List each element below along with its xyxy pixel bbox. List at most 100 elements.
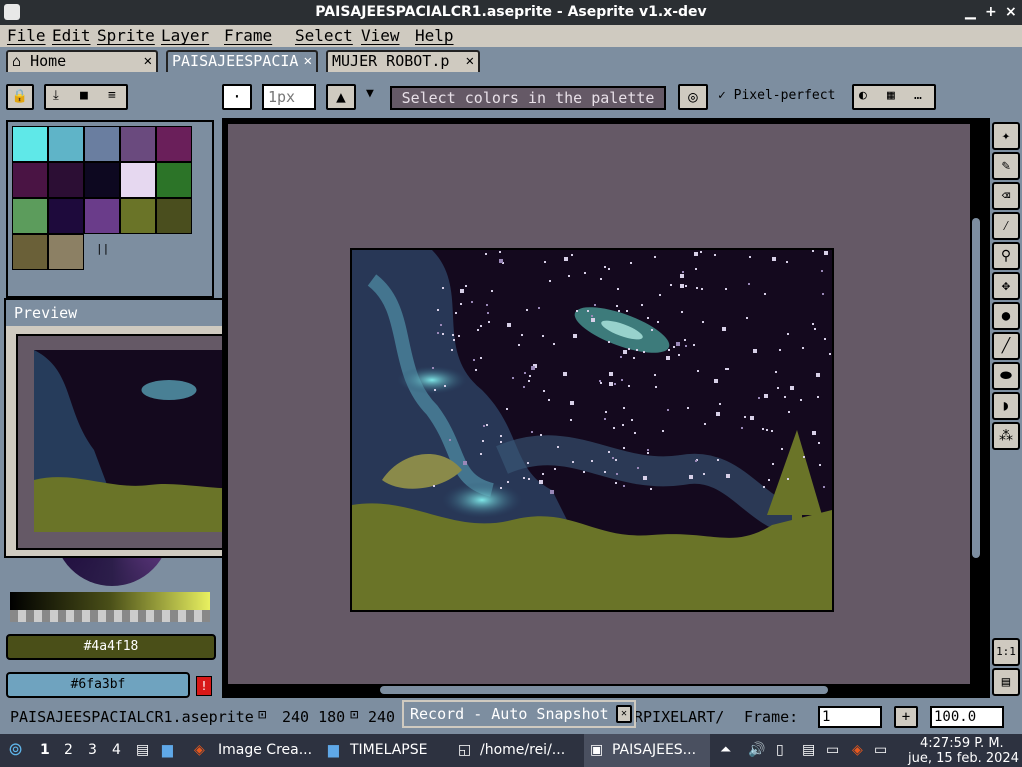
brave-tray-icon[interactable]: ◈ bbox=[852, 742, 863, 758]
menu-help[interactable]: Help bbox=[415, 26, 454, 45]
ellipse-icon[interactable]: ⬬ bbox=[992, 362, 1020, 390]
menu-frame[interactable]: Frame bbox=[224, 26, 272, 45]
sprite-canvas[interactable] bbox=[350, 248, 834, 612]
window-title: PAISAJEESPACIALCR1.aseprite - Aseprite v… bbox=[315, 4, 707, 20]
palette-swatch[interactable] bbox=[156, 162, 192, 198]
home-icon: ⌂ bbox=[12, 52, 22, 70]
lock-icon[interactable]: 🔒 bbox=[6, 84, 34, 110]
menu-icon[interactable]: ≡ bbox=[108, 88, 116, 103]
workspace-2[interactable]: 2 bbox=[64, 742, 73, 758]
pencil-icon[interactable]: ✎ bbox=[992, 152, 1020, 180]
frame-input[interactable]: 1 bbox=[818, 706, 882, 728]
symmetry-icon[interactable]: ◎ bbox=[678, 84, 708, 110]
zoom-100-icon[interactable]: 1:1 bbox=[992, 638, 1020, 666]
task-brave[interactable]: Image Crea... bbox=[218, 742, 312, 758]
pixel-perfect-checkbox[interactable]: ✓ Pixel-perfect bbox=[718, 88, 835, 103]
dropdown-icon[interactable]: ▼ bbox=[366, 86, 374, 101]
warning-icon[interactable]: ! bbox=[196, 676, 212, 696]
maximize-button[interactable]: + bbox=[985, 0, 997, 25]
workspace-4[interactable]: 4 bbox=[112, 742, 121, 758]
tab-paisaje[interactable]: PAISAJEESPACIA ✕ bbox=[166, 50, 318, 72]
tab-mujer-robot[interactable]: MUJER ROBOT.p ✕ bbox=[326, 50, 480, 72]
menu-edit[interactable]: Edit bbox=[52, 26, 91, 45]
close-tab-icon[interactable]: ✕ bbox=[144, 52, 152, 71]
palette-swatch[interactable] bbox=[156, 198, 192, 234]
palette-swatch[interactable] bbox=[84, 162, 120, 198]
task-aseprite[interactable]: PAISAJEES... bbox=[612, 742, 696, 758]
foreground-color[interactable]: #4a4f18 bbox=[6, 634, 216, 660]
ink-icon[interactable]: ▲ bbox=[326, 84, 356, 110]
vertical-scrollbar[interactable] bbox=[972, 218, 980, 558]
palette-swatch[interactable] bbox=[84, 198, 120, 234]
palette-swatch[interactable] bbox=[12, 234, 48, 270]
grid-icon[interactable]: ▦ bbox=[887, 88, 895, 103]
palette-swatch[interactable] bbox=[48, 234, 84, 270]
terminal-icon[interactable]: ◱ bbox=[458, 742, 471, 758]
contour-icon[interactable]: ◗ bbox=[992, 392, 1020, 420]
menu-sprite[interactable]: Sprite bbox=[97, 26, 155, 45]
zoom-input[interactable]: 100.0 bbox=[930, 706, 1004, 728]
task-terminal[interactable]: /home/rei/... bbox=[480, 742, 565, 758]
record-close-icon[interactable]: ✕ bbox=[616, 705, 632, 723]
selection-size-icon: ⊡ bbox=[350, 707, 359, 723]
workspace-3[interactable]: 3 bbox=[88, 742, 97, 758]
palette-swatch[interactable] bbox=[12, 198, 48, 234]
task-timelapse[interactable]: TIMELAPSE bbox=[350, 742, 427, 758]
menu-layer[interactable]: Layer bbox=[161, 26, 209, 45]
tray-arrow-icon[interactable]: ⏶ bbox=[720, 742, 731, 758]
zoom-icon[interactable]: ⚲ bbox=[992, 242, 1020, 270]
sort-icon[interactable]: ■ bbox=[80, 88, 88, 103]
eraser-icon[interactable]: ⌫ bbox=[992, 182, 1020, 210]
brush-size-input[interactable]: 1px bbox=[262, 84, 316, 110]
close-button[interactable]: × bbox=[1005, 0, 1017, 25]
palette-swatch[interactable] bbox=[120, 198, 156, 234]
download-icon[interactable]: ⤓ bbox=[53, 88, 59, 103]
menu-view[interactable]: View bbox=[361, 26, 400, 45]
minimize-button[interactable]: ▁ bbox=[965, 0, 976, 25]
palette-swatch[interactable] bbox=[156, 126, 192, 162]
desktop-icon[interactable]: ▆ bbox=[162, 742, 173, 758]
display-icon[interactable]: ▭ bbox=[826, 742, 839, 758]
more-icon[interactable]: … bbox=[914, 88, 922, 103]
workspace-1[interactable]: 1 bbox=[40, 742, 50, 758]
move-icon[interactable]: ✥ bbox=[992, 272, 1020, 300]
clipboard-icon[interactable]: ▯ bbox=[776, 742, 784, 758]
size-icon: ⊡ bbox=[258, 707, 267, 723]
palette-swatch[interactable] bbox=[12, 162, 48, 198]
notes-icon[interactable]: ▤ bbox=[802, 742, 815, 758]
palette-swatch[interactable] bbox=[48, 162, 84, 198]
close-tab-icon[interactable]: ✕ bbox=[304, 52, 312, 71]
onion-icon[interactable]: ◐ bbox=[859, 88, 867, 103]
palette-swatch[interactable] bbox=[12, 126, 48, 162]
magic-wand-icon[interactable]: ✦ bbox=[992, 122, 1020, 150]
palette-resize-icon[interactable]: || bbox=[96, 242, 109, 255]
palette-swatch[interactable] bbox=[48, 198, 84, 234]
folder-icon[interactable]: ▆ bbox=[328, 742, 339, 758]
clock-time: 4:27:59 P. M. bbox=[920, 736, 1004, 751]
timeline-icon[interactable]: ▤ bbox=[992, 668, 1020, 696]
palette-swatch[interactable] bbox=[48, 126, 84, 162]
volume-icon[interactable]: 🔊 bbox=[748, 742, 765, 758]
brave-icon[interactable]: ◈ bbox=[194, 742, 205, 758]
new-frame-icon[interactable]: + bbox=[894, 706, 918, 728]
palette-swatch[interactable] bbox=[120, 162, 156, 198]
palette-swatch[interactable] bbox=[120, 126, 156, 162]
start-menu-icon[interactable]: ⊚ bbox=[8, 739, 23, 760]
brush-type-button[interactable]: · bbox=[222, 84, 252, 110]
horizontal-scrollbar[interactable] bbox=[380, 686, 828, 694]
menu-select[interactable]: Select bbox=[295, 26, 353, 45]
tab-home[interactable]: ⌂ Home ✕ bbox=[6, 50, 158, 72]
color-shade-bar[interactable] bbox=[10, 592, 210, 610]
menu-file[interactable]: File bbox=[7, 26, 46, 45]
color-alpha-bar[interactable] bbox=[10, 610, 210, 622]
fill-icon[interactable]: ● bbox=[992, 302, 1020, 330]
line-icon[interactable]: ╱ bbox=[992, 332, 1020, 360]
screen-icon[interactable]: ▭ bbox=[874, 742, 887, 758]
palette-swatch[interactable] bbox=[84, 126, 120, 162]
eyedropper-icon[interactable]: ⁄ bbox=[992, 212, 1020, 240]
spray-icon[interactable]: ⁂ bbox=[992, 422, 1020, 450]
files-icon[interactable]: ▤ bbox=[136, 742, 149, 758]
app-icon bbox=[4, 4, 20, 20]
close-tab-icon[interactable]: ✕ bbox=[466, 52, 474, 71]
background-color[interactable]: #6fa3bf bbox=[6, 672, 190, 698]
